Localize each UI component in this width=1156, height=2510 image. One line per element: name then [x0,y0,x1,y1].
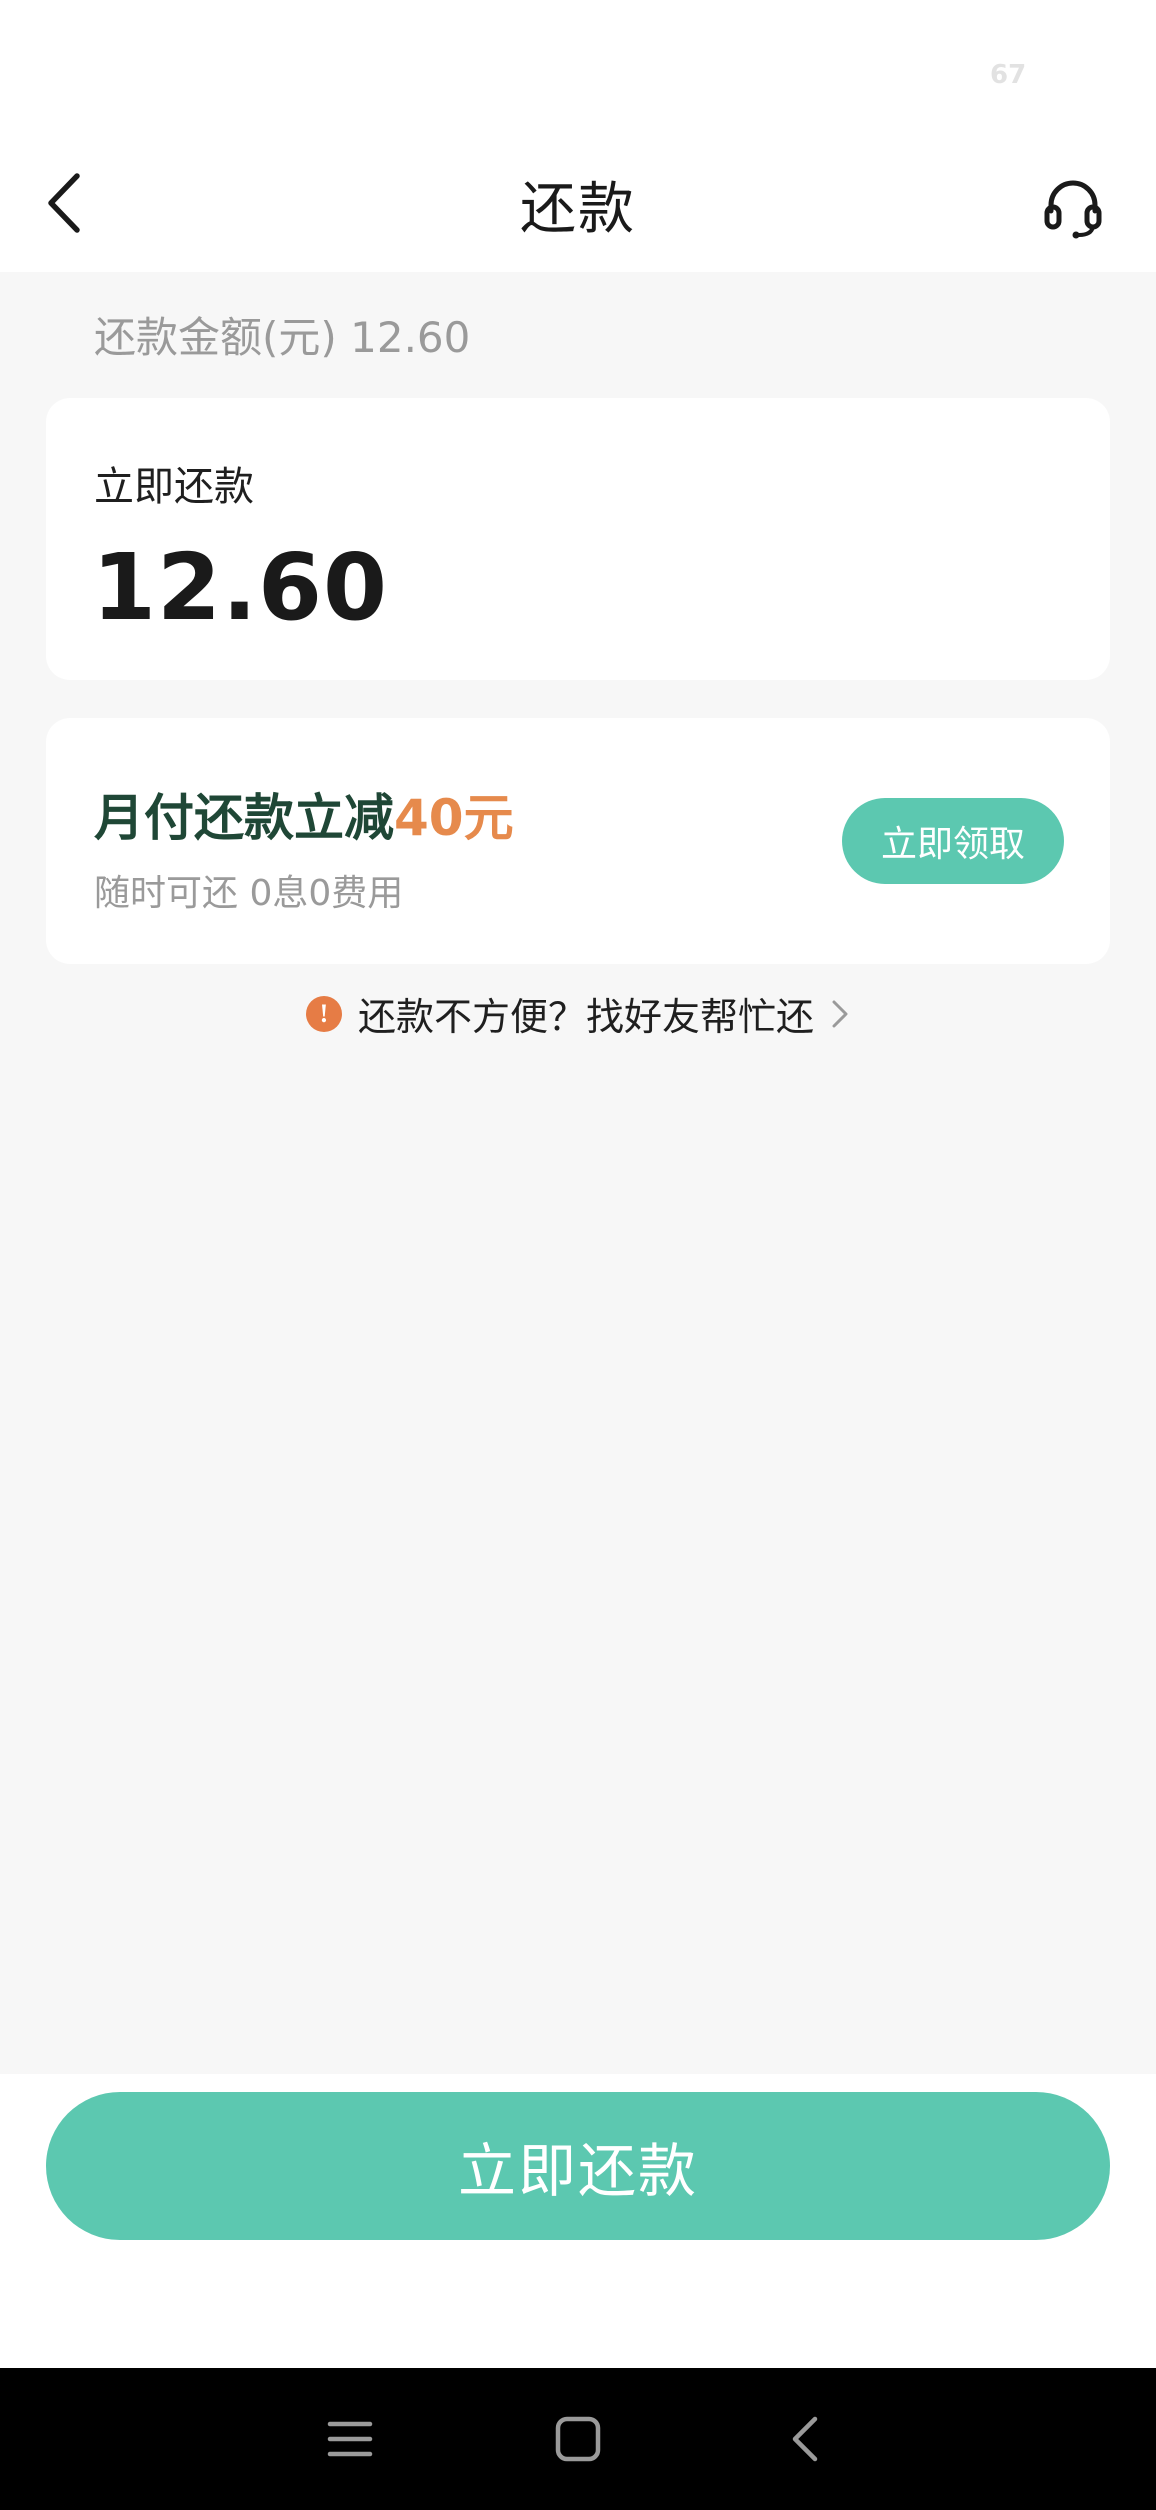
menu-icon [327,2421,373,2457]
friend-help-link[interactable]: ! 还款不方便？找好友帮忙还 [0,986,1156,1041]
promo-card: 月付还款立减40元 随时可还 0息0费用 立即领取 [46,718,1110,964]
chevron-right-icon [832,1000,848,1027]
promo-title: 月付还款立减40元 [94,778,514,850]
repayment-screen: 67 还款 还款金额(元) 12.60 立即还款 12.60 月付还款立减40元… [0,0,1156,2510]
repay-now-label: 立即还款 [94,464,254,510]
repayment-amount-summary: 还款金额(元) 12.60 [94,313,471,362]
repay-amount-value: 12.60 [92,534,389,641]
claim-now-button[interactable]: 立即领取 [842,798,1064,884]
menu-button[interactable] [315,2404,385,2474]
home-icon [555,2416,601,2462]
system-back-button[interactable] [770,2404,840,2474]
promo-discount-amount: 40元 [394,789,514,847]
page-title: 还款 [520,177,636,242]
repay-now-button[interactable]: 立即还款 [46,2092,1110,2240]
status-bar: 67 [0,0,1156,150]
bottom-action-area: 立即还款 [0,2074,1156,2368]
customer-service-button[interactable] [1036,170,1110,244]
back-icon [792,2416,818,2462]
nav-bar: 还款 [0,150,1156,272]
friend-help-text: 还款不方便？找好友帮忙还 [357,995,814,1039]
info-icon: ! [305,995,342,1032]
promo-subtitle: 随时可还 0息0费用 [94,873,404,914]
home-button[interactable] [543,2404,613,2474]
system-navigation-bar [0,2368,1156,2510]
battery-level: 67 [990,60,1027,90]
promo-title-prefix: 月付还款立减 [94,789,394,847]
headset-icon [1044,180,1102,239]
repay-now-card[interactable]: 立即还款 12.60 [46,398,1110,680]
